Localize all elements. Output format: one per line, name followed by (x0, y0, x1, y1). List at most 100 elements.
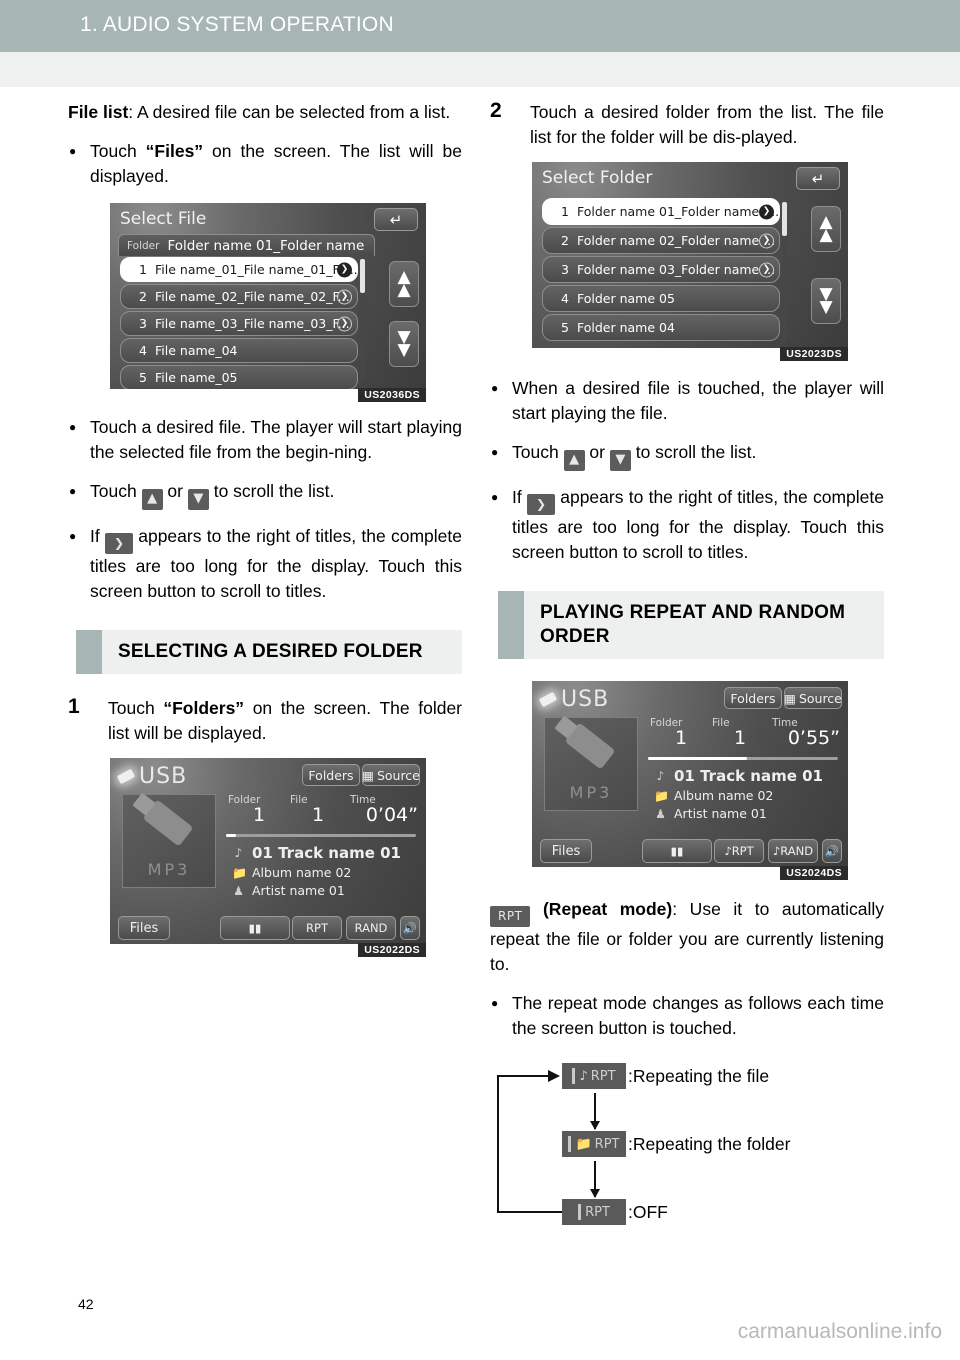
section-heading-text: SELECTING A DESIRED FOLDER (118, 641, 423, 662)
screen-title: Select File (120, 209, 207, 229)
volume-button[interactable]: 🔊 (400, 916, 420, 940)
bullet-long-titles: If ❯ appears to the right of titles, the… (490, 485, 884, 565)
scroll-down-button[interactable]: ▼ ▼ (389, 321, 419, 367)
repeat-off-icon: RPT (562, 1199, 626, 1225)
bullet-when-file-touched: When a desired file is touched, the play… (490, 376, 884, 426)
source-name: USB (139, 764, 188, 789)
folder-list-row[interactable]: 4 Folder name 05 (542, 285, 780, 312)
source-grid-icon: ▦ (362, 767, 374, 783)
repeat-icon: RPT (490, 906, 531, 927)
folder-tab[interactable]: Folder Folder name 01_Folder name (118, 234, 376, 256)
scroll-title-icon[interactable]: ❯ (759, 262, 774, 277)
file-list-row[interactable]: 1 File name_01_File name_01_Fil... ❯ (120, 257, 358, 282)
scroll-up-button[interactable]: ▲ ▲ (389, 261, 419, 307)
album-row: 📁 Album name 02 (232, 865, 422, 880)
usb-drive-icon (142, 799, 194, 847)
usb-player-screen: USB Folders ▦ Source MP3 Folder File Time… (532, 681, 848, 867)
person-icon: ♟ (655, 806, 666, 821)
scroll-up-button[interactable]: ▲ ▲ (811, 206, 841, 252)
progress-bar[interactable] (648, 757, 838, 760)
bullet-text: The repeat mode changes as follows each … (512, 993, 884, 1038)
bullet-mid: or (162, 481, 188, 501)
back-arrow-icon[interactable]: ↵ (374, 208, 418, 231)
folder-list-row[interactable]: 3 Folder name 03_Folder name ... ❯ (542, 256, 780, 283)
album-art-placeholder: MP3 (544, 717, 638, 811)
right-column: 2 Touch a desired folder from the list. … (490, 99, 884, 1248)
folder-list-row[interactable]: 5 Folder name 04 (542, 314, 780, 341)
folder-list-row[interactable]: 1 Folder name 01_Folder name 0... ❯ (542, 198, 780, 225)
step-2: 2 Touch a desired folder from the list. … (490, 99, 884, 150)
row-name: File name_03_File name_03_F... (155, 316, 350, 331)
row-index: 5 (561, 320, 569, 335)
folders-button[interactable]: Folders (302, 764, 360, 786)
file-list-row[interactable]: 2 File name_02_File name_02_F... ❯ (120, 284, 358, 309)
row-index: 4 (139, 343, 147, 358)
folder-icon: 📁 (654, 788, 669, 803)
list-scrollbar[interactable] (360, 259, 365, 381)
folder-tab-value: Folder name 01_Folder name (167, 237, 365, 254)
folders-button[interactable]: Folders (724, 687, 782, 709)
step-1: 1 Touch “Folders” on the screen. The fol… (68, 695, 462, 746)
files-button[interactable]: Files (540, 839, 592, 863)
scroll-title-icon[interactable]: ❯ (337, 262, 352, 277)
repeat-button[interactable]: RPT (292, 916, 342, 940)
figure-caption: US2036DS (358, 388, 426, 402)
intro-rest: : A desired file can be selected from a … (128, 102, 451, 122)
format-label: MP3 (569, 783, 613, 802)
progress-fill (648, 757, 747, 760)
row-index: 3 (139, 316, 147, 331)
progress-bar[interactable] (226, 834, 416, 837)
source-button[interactable]: ▦ Source (362, 764, 420, 786)
chip-label: RPT (585, 1204, 610, 1220)
step-text: Touch a desired folder from the list. Th… (530, 102, 884, 147)
list-scrollbar[interactable] (782, 202, 787, 342)
source-button[interactable]: ▦ Source (784, 687, 842, 709)
flow-loop-arrow (497, 1070, 562, 1213)
album-name: Album name 02 (674, 788, 774, 803)
bullet-pre: Touch (512, 442, 564, 462)
folder-list-row[interactable]: 2 Folder name 02_Folder name ... ❯ (542, 227, 780, 254)
scroll-title-icon[interactable]: ❯ (337, 316, 352, 331)
step-bold: “Folders” (163, 698, 245, 718)
files-button[interactable]: Files (118, 916, 170, 940)
file-list-row[interactable]: 3 File name_03_File name_03_F... ❯ (120, 311, 358, 336)
repeat-button[interactable]: ♪ RPT (714, 839, 764, 863)
bullet-bold: “Files” (145, 141, 204, 161)
pause-button[interactable]: ▮▮ (220, 916, 290, 940)
scroll-title-icon[interactable]: ❯ (337, 289, 352, 304)
file-list-row[interactable]: 4 File name_04 (120, 338, 358, 363)
volume-button[interactable]: 🔊 (822, 839, 842, 863)
scroll-down-button[interactable]: ▼ ▼ (811, 278, 841, 324)
row-index: 1 (139, 262, 147, 277)
usb-logo: USB (538, 687, 609, 712)
watermark: carmanualsonline.info (737, 1320, 942, 1343)
figure-caption: US2024DS (780, 866, 848, 880)
bullet-post: to scroll the list. (208, 481, 335, 501)
scroll-title-icon[interactable]: ❯ (759, 233, 774, 248)
left-column: File list: A desired file can be selecte… (68, 100, 462, 957)
time-value: 0’04” (365, 804, 418, 826)
meta-values: 1 1 0’04” (228, 804, 418, 826)
header-sub-band (0, 52, 960, 87)
chip-label: RPT (590, 1068, 616, 1084)
select-file-screen: Select File ↵ Folder Folder name 01_Fold… (110, 203, 426, 389)
album-name: Album name 02 (252, 865, 352, 880)
row-name: File name_02_File name_02_F... (155, 289, 350, 304)
file-list-row[interactable]: 5 File name_05 (120, 365, 358, 389)
random-button[interactable]: ♪ RAND (768, 839, 818, 863)
repeat-mode-bold: (Repeat mode) (542, 899, 673, 919)
pause-button[interactable]: ▮▮ (642, 839, 712, 863)
meta-values: 1 1 0’55” (650, 727, 840, 749)
flow-arrow-2 (590, 1161, 600, 1198)
row-name: Folder name 03_Folder name ... (577, 262, 776, 277)
back-arrow-icon[interactable]: ↵ (796, 167, 840, 190)
section-accent-bar (498, 591, 524, 659)
random-button[interactable]: RAND (346, 916, 396, 940)
scroll-title-icon[interactable]: ❯ (759, 204, 774, 219)
random-button-label: RAND (780, 844, 814, 858)
repeat-button-label: RPT (731, 844, 754, 858)
flow-step-file: ♪ RPT :Repeating the file (562, 1063, 769, 1089)
row-index: 3 (561, 262, 569, 277)
player-button-bar: Files ▮▮ ♪ RPT ♪ RAND 🔊 (532, 837, 848, 863)
row-index: 2 (139, 289, 147, 304)
